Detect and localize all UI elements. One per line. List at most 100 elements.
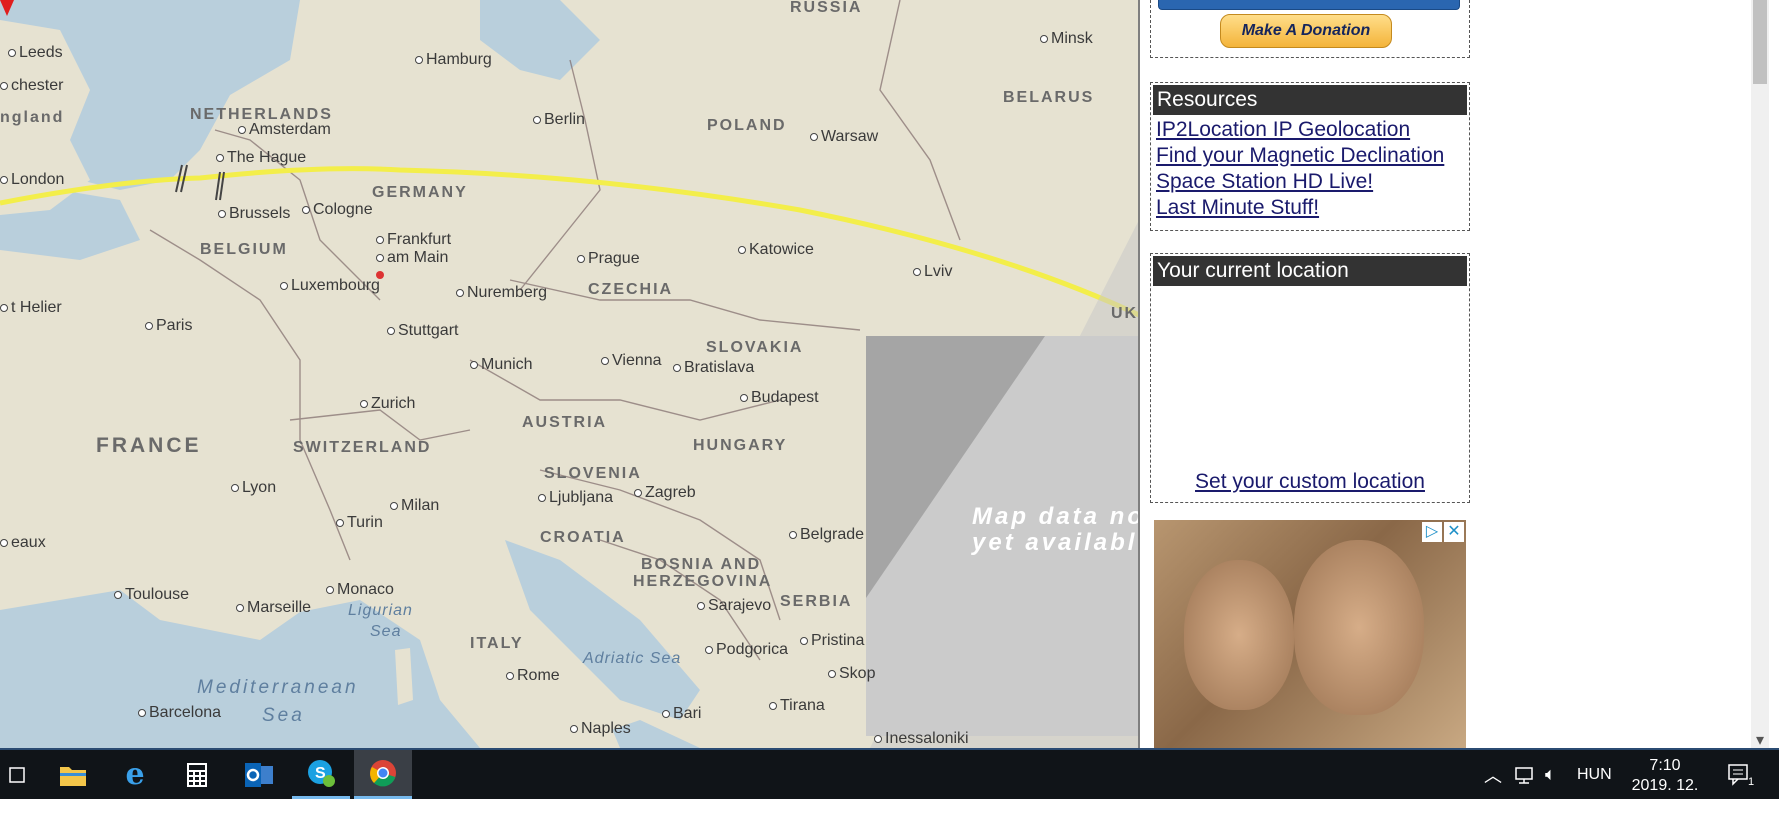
map-city-label: Budapest <box>740 390 819 406</box>
set-custom-location-link[interactable]: Set your custom location <box>1151 470 1469 494</box>
donate-panel-top <box>1158 0 1460 10</box>
map-sea-label: Ligurian <box>348 602 413 619</box>
chrome-icon <box>370 760 396 787</box>
map-country-label: BOSNIA AND <box>641 556 762 573</box>
map-city-label: Zurich <box>360 396 415 412</box>
map-city-label: Bari <box>662 706 701 722</box>
map-city-label: Hamburg <box>415 52 492 68</box>
map-city-label: Frankfurt <box>376 232 451 248</box>
map-city-label: The Hague <box>216 150 306 166</box>
map-city-label: Toulouse <box>114 587 189 603</box>
map-city-label: Amsterdam <box>238 122 331 138</box>
taskbar-chrome[interactable] <box>354 750 412 799</box>
internet-explorer-icon: e <box>125 757 145 792</box>
map-country-label: POLAND <box>707 117 787 134</box>
show-hidden-icons-button[interactable]: ︿ <box>1484 750 1502 799</box>
map-country-label: ngland <box>0 109 65 126</box>
map-country-label: SERBIA <box>780 593 853 610</box>
map-city-label: chester <box>0 78 63 94</box>
map-country-label: FRANCE <box>96 434 202 457</box>
map-city-label: Katowice <box>738 242 814 258</box>
map-city-label: Rome <box>506 668 560 684</box>
link-magnetic-declination[interactable]: Find your Magnetic Declination <box>1151 143 1469 169</box>
map-country-label: SLOVAKIA <box>706 339 804 356</box>
map-city-label: Ljubljana <box>538 490 613 506</box>
map-sidebar-divider[interactable] <box>1138 0 1140 748</box>
taskbar-calculator[interactable] <box>168 750 226 799</box>
current-location-title: Your current location <box>1153 256 1467 286</box>
network-icon <box>1515 766 1533 784</box>
map-sea-label: Sea <box>370 623 402 640</box>
advertisement-image[interactable]: ▷ ✕ <box>1154 520 1466 748</box>
speaker-icon: 🔈︎ <box>1545 764 1556 784</box>
map-city-label: Warsaw <box>810 129 878 145</box>
map-city-label: Nuremberg <box>456 285 547 301</box>
map-city-label: Skop <box>828 666 875 682</box>
notification-count: 1 <box>1748 775 1755 788</box>
link-space-station-hd-live[interactable]: Space Station HD Live! <box>1151 169 1469 195</box>
chevron-up-icon: ︿ <box>1484 765 1502 786</box>
current-location-box: Your current location Set your custom lo… <box>1150 253 1470 503</box>
link-last-minute-stuff[interactable]: Last Minute Stuff! <box>1151 195 1469 221</box>
task-view-icon <box>9 766 25 783</box>
skype-icon: S <box>308 760 335 787</box>
map-city-label: Podgorica <box>705 642 788 658</box>
taskbar-skype[interactable]: S <box>292 750 350 799</box>
map-city-label: Belgrade <box>789 527 864 543</box>
map-city-label: Bratislava <box>673 360 754 376</box>
link-ip2location[interactable]: IP2Location IP Geolocation <box>1151 117 1469 143</box>
network-tray-button[interactable] <box>1514 750 1536 799</box>
map-city-label: Marseille <box>236 600 311 616</box>
map-country-label: UK <box>1111 305 1139 322</box>
map-country-label: AUSTRIA <box>522 414 608 431</box>
map-city-label: Berlin <box>533 112 585 128</box>
calculator-icon <box>187 762 207 787</box>
action-center-button[interactable]: 1 <box>1728 750 1754 799</box>
taskbar-outlook[interactable] <box>230 750 288 799</box>
task-view-button[interactable] <box>0 750 36 799</box>
windows-taskbar: e S ︿ 🔈︎ HUN 7:10 2019. 12. 30. 1 <box>0 748 1779 814</box>
outlook-icon <box>245 762 273 787</box>
taskbar-internet-explorer[interactable]: e <box>106 750 164 799</box>
ad-close-icon[interactable]: ✕ <box>1444 522 1464 542</box>
map-city-label: Minsk <box>1040 31 1093 47</box>
map-country-label: RUSSIA <box>790 0 863 16</box>
map-country-label: CZECHIA <box>588 281 674 298</box>
map-nodata-line2: yet availabl <box>972 529 1138 556</box>
input-language-button[interactable]: HUN <box>1577 750 1612 799</box>
map-country-label: SLOVENIA <box>544 465 642 482</box>
current-location-map-area <box>1151 288 1469 470</box>
scrollbar-thumb[interactable] <box>1753 0 1767 84</box>
map-city-label: Inessaloniki <box>874 731 969 747</box>
iss-tracker-map[interactable]: Leeds chester London Hamburg Amsterdam The Ha… <box>0 0 1139 748</box>
ad-choices-icon[interactable]: ▷ <box>1422 522 1442 542</box>
map-city-label: Tirana <box>769 698 825 714</box>
taskbar-clock[interactable]: 7:10 2019. 12. 30. <box>1620 756 1710 816</box>
volume-tray-button[interactable]: 🔈︎ <box>1545 750 1556 799</box>
map-city-label: Stuttgart <box>387 323 458 339</box>
iss-position-marker-icon[interactable] <box>0 0 14 16</box>
input-language-label: HUN <box>1577 765 1612 783</box>
map-city-label: t Helier <box>0 300 62 316</box>
page-scrollbar[interactable]: ▾ <box>1751 0 1769 749</box>
resources-title: Resources <box>1153 85 1467 115</box>
taskbar-file-explorer[interactable] <box>44 750 102 799</box>
scroll-down-arrow-icon[interactable]: ▾ <box>1753 733 1767 749</box>
map-country-label: BELGIUM <box>200 241 288 258</box>
map-city-label: Monaco <box>326 582 394 598</box>
map-city-label: Milan <box>390 498 439 514</box>
map-sea-label: Mediterranean <box>197 677 359 698</box>
map-city-label: Luxembourg <box>280 278 380 294</box>
map-city-label: Naples <box>570 721 631 737</box>
map-city-label: Vienna <box>601 353 662 369</box>
map-country-label: SWITZERLAND <box>293 439 432 456</box>
map-city-label: London <box>0 172 64 188</box>
make-donation-button[interactable]: Make A Donation <box>1220 14 1392 48</box>
map-country-label: NETHERLANDS <box>190 106 333 123</box>
resources-box: Resources IP2Location IP Geolocation Fin… <box>1150 82 1470 231</box>
map-city-label: Lyon <box>231 480 276 496</box>
map-country-label: BELARUS <box>1003 89 1095 106</box>
clock-date: 2019. 12. 30. <box>1631 777 1699 814</box>
map-country-label: CROATIA <box>540 529 626 546</box>
map-city-label: Munich <box>470 357 533 373</box>
